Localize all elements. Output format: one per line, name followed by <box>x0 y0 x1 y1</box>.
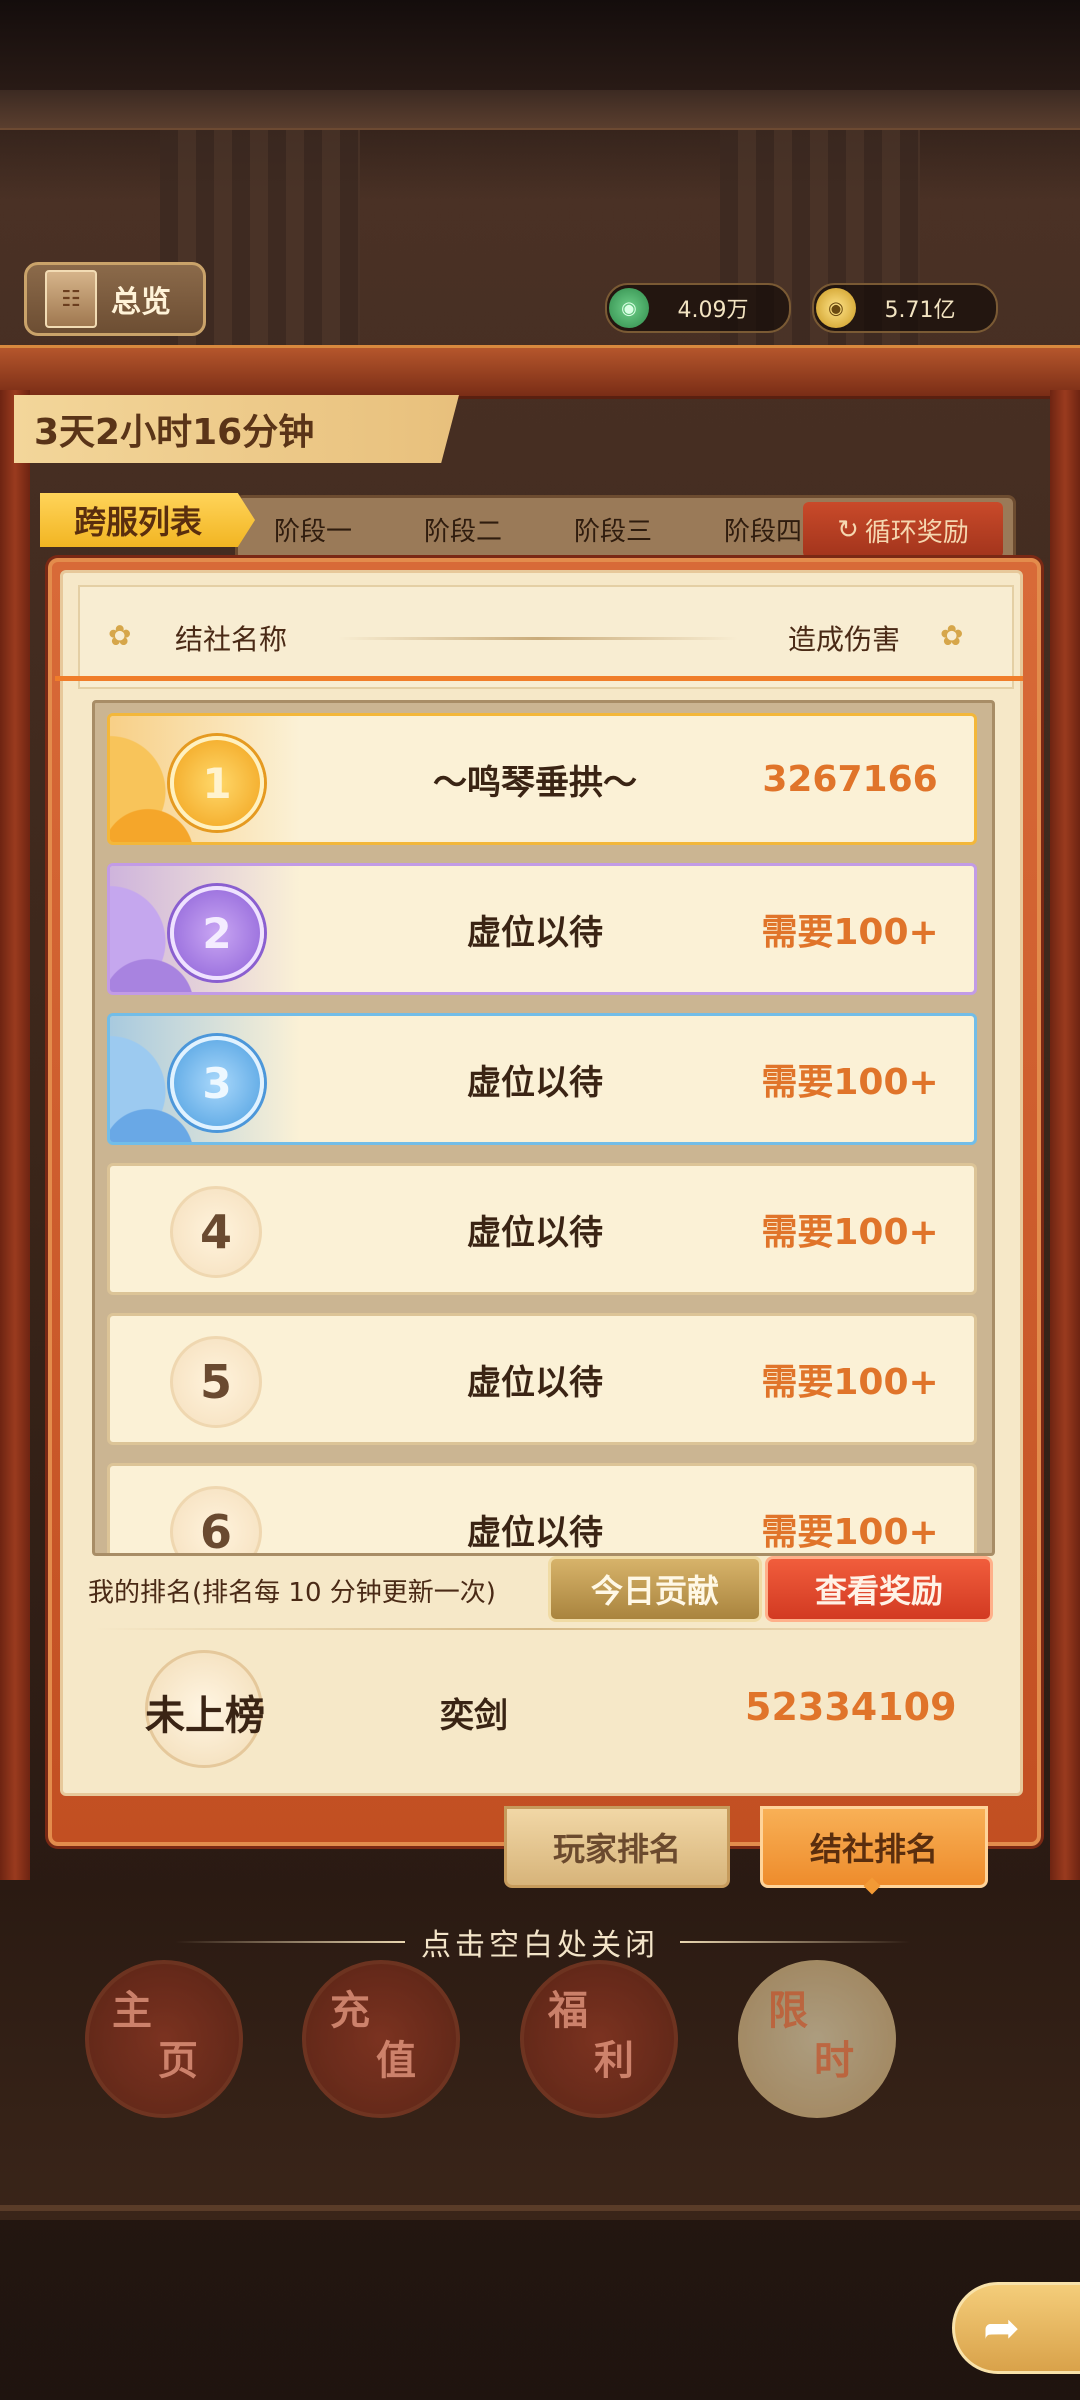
row-damage: 需要100+ <box>761 1212 939 1253</box>
nav-limited-bottom: 时 <box>814 2038 854 2084</box>
book-icon: ☷ <box>45 270 97 328</box>
event-timer: 3天2小时16分钟 <box>14 395 459 463</box>
row-guild-name: 虚位以待 <box>467 1212 603 1253</box>
rank-medal-blue: 3 <box>170 1036 264 1130</box>
currency-gold: ◉ 5.71亿 <box>812 283 998 333</box>
tab-cycle-reward[interactable]: ↻ 循环奖励 <box>803 502 1003 558</box>
row-guild-name: 虚位以待 <box>467 912 603 953</box>
nav-welfare-bottom: 利 <box>594 2038 634 2084</box>
column-guild-name: 结社名称 <box>175 623 288 656</box>
row-damage: 需要100+ <box>761 1062 939 1103</box>
pavilion-pillar-right <box>1050 390 1080 1950</box>
currency-gold-value: 5.71亿 <box>884 298 956 323</box>
table-row[interactable]: 2 虚位以待 需要100+ <box>107 863 977 995</box>
back-arrow-icon: ➦ <box>983 2302 1020 2354</box>
stage-tabs: 阶段一 阶段二 阶段三 阶段四 ↻ 循环奖励 <box>235 495 1016 563</box>
timer-text: 3天2小时16分钟 <box>34 412 315 453</box>
header-accent-line <box>55 676 1023 681</box>
my-guild-name: 奕剑 <box>440 1696 508 1736</box>
table-row[interactable]: 4 虚位以待 需要100+ <box>107 1163 977 1295</box>
gold-coin-icon: ◉ <box>816 288 856 328</box>
overview-button[interactable]: ☷ 总览 <box>24 262 206 336</box>
column-damage: 造成伤害 <box>788 623 901 656</box>
table-row[interactable]: 3 虚位以待 需要100+ <box>107 1013 977 1145</box>
table-row[interactable]: 5 虚位以待 需要100+ <box>107 1313 977 1445</box>
nav-recharge-top: 充 <box>330 1988 370 2034</box>
row-damage: 3267166 <box>762 758 938 800</box>
nav-home-top: 主 <box>112 1988 152 2034</box>
cross-server-list-tag[interactable]: 跨服列表 <box>40 493 255 547</box>
refresh-icon: ↻ <box>837 515 859 545</box>
flower-ornament-icon: ✿ <box>108 619 132 652</box>
row-guild-name: 虚位以待 <box>467 1362 603 1403</box>
nav-limited-top: 限 <box>768 1988 808 2034</box>
header-divider <box>338 637 738 640</box>
my-rank-divider <box>92 1628 987 1630</box>
pavilion-roof <box>0 345 1080 399</box>
cross-server-list-label: 跨服列表 <box>74 503 203 541</box>
background-ground-line <box>0 2205 1080 2211</box>
row-damage: 需要100+ <box>761 912 939 953</box>
my-rank-status: 未上榜 <box>145 1693 265 1739</box>
today-contribution-button[interactable]: 今日贡献 <box>548 1556 762 1622</box>
tab-cycle-reward-label: 循环奖励 <box>864 517 969 548</box>
row-guild-name: ～鸣琴垂拱～ <box>433 762 637 803</box>
nav-welfare-top: 福 <box>548 1988 588 2034</box>
rank-medal-gold: 1 <box>170 736 264 830</box>
top-strip <box>0 0 1080 95</box>
table-row[interactable]: 1 ～鸣琴垂拱～ 3267166 <box>107 713 977 845</box>
tab-stage-1[interactable]: 阶段一 <box>238 498 388 560</box>
ceiling-beam <box>0 90 1080 130</box>
nav-home-bottom: 页 <box>158 2038 198 2084</box>
pavilion-pillar-left <box>0 390 30 1950</box>
row-guild-name: 虚位以待 <box>467 1062 603 1103</box>
nav-recharge-bottom: 值 <box>376 2038 416 2084</box>
row-damage: 需要100+ <box>761 1362 939 1403</box>
view-rewards-button[interactable]: 查看奖励 <box>765 1556 993 1622</box>
overview-label: 总览 <box>111 285 171 320</box>
tab-player-rank[interactable]: 玩家排名 <box>504 1806 730 1888</box>
ranking-list[interactable]: 1 ～鸣琴垂拱～ 3267166 2 虚位以待 需要100+ 3 虚位以待 需要… <box>92 700 995 1556</box>
currency-jade: ◉ 4.09万 <box>605 283 791 333</box>
tab-stage-2[interactable]: 阶段二 <box>388 498 538 560</box>
my-damage: 52334109 <box>745 1685 957 1729</box>
jade-coin-icon: ◉ <box>609 288 649 328</box>
back-button[interactable]: ➦ <box>952 2282 1080 2374</box>
rank-medal: 6 <box>170 1486 262 1553</box>
flower-ornament-icon: ✿ <box>940 619 964 652</box>
row-damage: 需要100+ <box>761 1512 939 1553</box>
rank-medal-purple: 2 <box>170 886 264 980</box>
tab-stage-3[interactable]: 阶段三 <box>538 498 688 560</box>
row-guild-name: 虚位以待 <box>467 1512 603 1553</box>
rank-medal: 4 <box>170 1186 262 1278</box>
currency-jade-value: 4.09万 <box>677 298 749 323</box>
table-row[interactable]: 6 虚位以待 需要100+ <box>107 1463 977 1553</box>
my-rank-label: 我的排名(排名每 10 分钟更新一次) <box>88 1578 496 1608</box>
close-hint[interactable]: 点击空白处关闭 <box>0 1920 1080 1964</box>
tab-guild-rank[interactable]: 结社排名 <box>760 1806 988 1888</box>
rank-medal: 5 <box>170 1336 262 1428</box>
